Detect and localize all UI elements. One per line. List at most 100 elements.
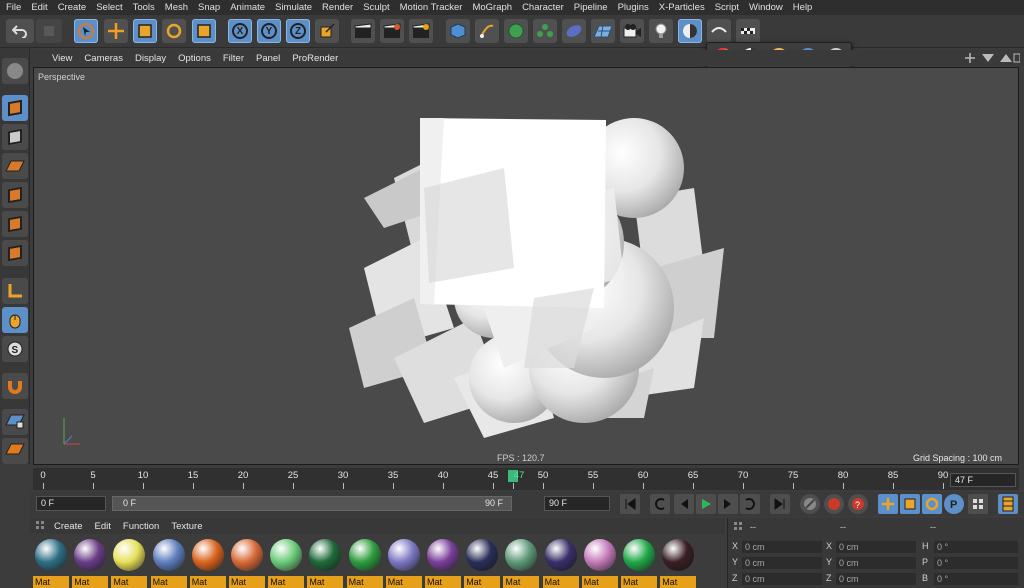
material-swatch[interactable]: Mat — [425, 537, 461, 588]
record-keys-button[interactable] — [800, 494, 820, 514]
material-swatch[interactable]: Mat — [385, 537, 422, 588]
material-swatch[interactable]: Mat — [33, 537, 69, 588]
menu-character[interactable]: Character — [522, 2, 564, 13]
menu-simulate[interactable]: Simulate — [275, 2, 312, 13]
workplane-align-button[interactable] — [2, 438, 28, 464]
render-settings-button[interactable] — [409, 19, 433, 43]
coordinates-grip-icon[interactable] — [734, 522, 744, 532]
menu-mesh[interactable]: Mesh — [165, 2, 188, 13]
key-pla-button[interactable] — [968, 494, 988, 514]
key-position-button[interactable] — [878, 494, 898, 514]
rotation-value-field[interactable]: 0 ° — [934, 573, 1018, 585]
material-swatch[interactable]: Mat — [581, 537, 618, 588]
menu-pipeline[interactable]: Pipeline — [574, 2, 608, 13]
next-frame-button[interactable] — [718, 494, 738, 514]
move-tool-button[interactable] — [104, 19, 128, 43]
goto-end-button[interactable] — [770, 494, 790, 514]
menu-help[interactable]: Help — [793, 2, 813, 13]
material-swatch[interactable]: Mat — [111, 537, 148, 588]
key-parameter-button[interactable]: P — [944, 494, 964, 514]
timeline-ruler[interactable]: 0 5 10 15 20 25 30 35 40 45 47 50 55 60 65 70 75 80 85 90 — [33, 468, 1019, 490]
y-axis-button[interactable]: Y — [257, 19, 281, 43]
menu-tools[interactable]: Tools — [133, 2, 155, 13]
perspective-viewport[interactable]: Perspective FPS: 120.7 Grid Spacing: 1… — [33, 67, 1019, 465]
menu-select[interactable]: Select — [96, 2, 122, 13]
timeline-window-button[interactable] — [998, 494, 1018, 514]
add-camera-button[interactable] — [620, 19, 644, 43]
material-swatch[interactable]: Mat — [621, 537, 657, 588]
redo-button[interactable] — [36, 19, 62, 43]
z-axis-button[interactable]: Z — [286, 19, 310, 43]
size-value-field[interactable]: 0 cm — [836, 557, 916, 569]
menu-x-particles[interactable]: X-Particles — [659, 2, 705, 13]
snap-button[interactable] — [2, 373, 28, 399]
checker-button[interactable] — [736, 19, 760, 43]
add-generator-button[interactable] — [504, 19, 528, 43]
display-mode-button[interactable] — [678, 19, 702, 43]
coordinate-system-button[interactable] — [315, 19, 339, 43]
menu-render[interactable]: Render — [322, 2, 353, 13]
add-light-button[interactable] — [649, 19, 673, 43]
render-picture-viewer-button[interactable] — [380, 19, 404, 43]
rotate-tool-button[interactable] — [162, 19, 186, 43]
viewport-nav-icons[interactable] — [964, 52, 1020, 64]
rotation-value-field[interactable]: 0 ° — [934, 541, 1018, 553]
material-swatch[interactable]: Mat — [72, 537, 109, 588]
add-mograph-button[interactable] — [533, 19, 557, 43]
menu-script[interactable]: Script — [715, 2, 739, 13]
prev-key-button[interactable] — [650, 494, 670, 514]
viewport-menu-display[interactable]: Display — [135, 53, 166, 64]
live-selection-button[interactable] — [74, 19, 98, 43]
key-rotation-button[interactable] — [922, 494, 942, 514]
material-swatch[interactable]: Mat — [464, 537, 501, 588]
position-value-field[interactable]: 0 cm — [742, 541, 822, 553]
add-floor-button[interactable] — [591, 19, 615, 43]
points-mode-button[interactable] — [2, 182, 28, 208]
material-swatch[interactable]: Mat — [229, 537, 265, 588]
viewport-menu-panel[interactable]: Panel — [256, 53, 280, 64]
workplane-mode-button[interactable] — [2, 153, 28, 179]
menu-create[interactable]: Create — [58, 2, 87, 13]
current-frame-field[interactable]: 47 F — [950, 473, 1016, 487]
render-view-button[interactable] — [351, 19, 375, 43]
material-swatch[interactable]: Mat — [150, 537, 187, 588]
workplane-lock-button[interactable] — [2, 409, 28, 435]
material-swatch[interactable]: Mat — [189, 537, 226, 588]
material-swatch[interactable]: Mat — [346, 537, 383, 588]
material-manager-grip-icon[interactable] — [36, 521, 46, 531]
material-swatch[interactable]: Mat — [268, 537, 305, 588]
material-swatch[interactable]: Mat — [660, 537, 697, 588]
add-cube-button[interactable] — [446, 19, 470, 43]
position-value-field[interactable]: 0 cm — [742, 557, 822, 569]
prev-frame-button[interactable] — [674, 494, 694, 514]
solo-button[interactable]: S — [2, 336, 28, 362]
menu-file[interactable]: File — [6, 2, 21, 13]
start-frame-field[interactable]: 0 F — [36, 496, 106, 511]
key-scale-button[interactable] — [900, 494, 920, 514]
menu-animate[interactable]: Animate — [230, 2, 265, 13]
enable-axis-button[interactable] — [2, 278, 28, 304]
viewport-menu-filter[interactable]: Filter — [223, 53, 244, 64]
add-deformer-button[interactable] — [562, 19, 586, 43]
end-frame-field[interactable]: 90 F — [544, 496, 610, 511]
autokey-button[interactable] — [824, 494, 844, 514]
rotation-value-field[interactable]: 0 ° — [934, 557, 1018, 569]
menu-motion-tracker[interactable]: Motion Tracker — [400, 2, 463, 13]
scale-tool-button[interactable] — [133, 19, 157, 43]
material-menu-edit[interactable]: Edit — [95, 521, 111, 532]
next-key-button[interactable] — [740, 494, 760, 514]
tweak-mode-button[interactable] — [2, 307, 28, 333]
viewport-menu-cameras[interactable]: Cameras — [84, 53, 123, 64]
menu-edit[interactable]: Edit — [31, 2, 47, 13]
make-editable-button[interactable] — [2, 58, 28, 84]
size-value-field[interactable]: 0 cm — [836, 541, 916, 553]
size-value-field[interactable]: 0 cm — [836, 573, 916, 585]
material-menu-texture[interactable]: Texture — [171, 521, 202, 532]
position-value-field[interactable]: 0 cm — [742, 573, 822, 585]
preview-range-slider[interactable]: 0 F 90 F — [112, 496, 512, 511]
material-swatch[interactable]: Mat — [307, 537, 344, 588]
undo-button[interactable] — [6, 19, 34, 43]
hide-button[interactable] — [707, 19, 731, 43]
goto-start-button[interactable] — [620, 494, 640, 514]
edges-mode-button[interactable] — [2, 211, 28, 237]
